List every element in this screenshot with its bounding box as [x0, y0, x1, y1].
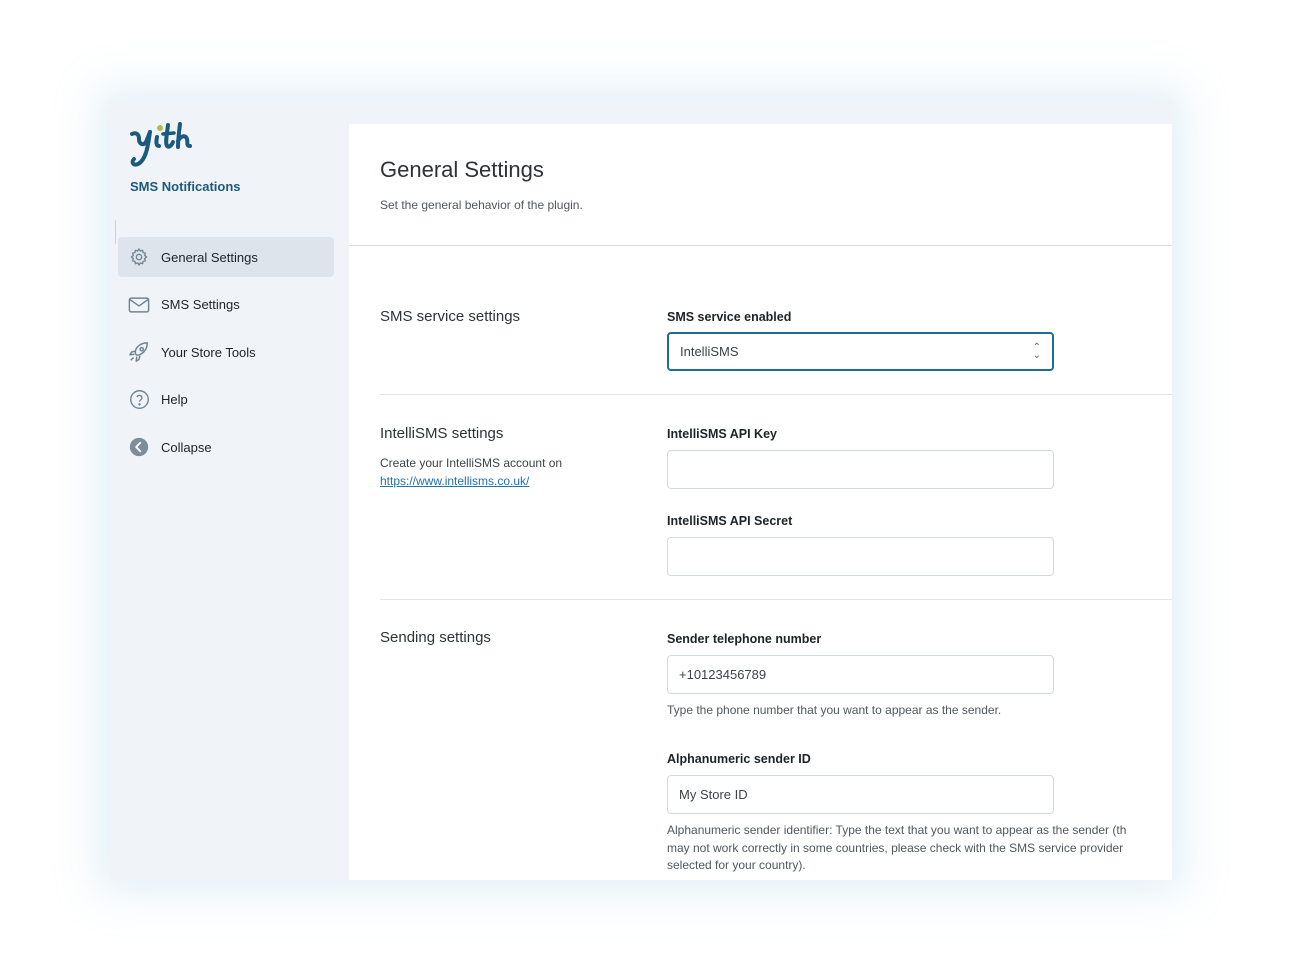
header-divider [349, 245, 1172, 246]
gear-icon [128, 246, 150, 268]
nav-divider [115, 220, 116, 244]
sending-section-title: Sending settings [380, 629, 491, 646]
alphanumeric-sender-input[interactable]: My Store ID [667, 775, 1054, 814]
plugin-panel: SMS Notifications General Settings SMS S… [110, 100, 1172, 880]
sender-phone-input[interactable]: +10123456789 [667, 655, 1054, 694]
page-title: General Settings [380, 157, 544, 182]
rocket-icon [128, 341, 150, 363]
plugin-name: SMS Notifications [130, 179, 241, 194]
alphanumeric-help-line: may not work correctly in some countries… [667, 840, 1124, 855]
page-description: Set the general behavior of the plugin. [380, 198, 583, 212]
alphanumeric-sender-help: Alphanumeric sender identifier: Type the… [667, 822, 1126, 875]
sidebar-item-help[interactable]: Help [118, 380, 334, 420]
api-secret-input[interactable] [667, 537, 1054, 576]
sms-service-select[interactable]: IntelliSMS ⌃ ⌄ [667, 332, 1054, 371]
yith-logo-icon [130, 122, 192, 167]
section-divider [380, 599, 1172, 600]
sidebar-item-label: Help [161, 392, 188, 407]
api-key-label: IntelliSMS API Key [667, 427, 777, 441]
intellisms-description-text: Create your IntelliSMS account on [380, 456, 563, 470]
sidebar-item-label: General Settings [161, 249, 258, 265]
sidebar-nav: General Settings SMS Settings Your Store… [118, 237, 334, 475]
sidebar: SMS Notifications General Settings SMS S… [110, 100, 348, 880]
sidebar-item-label: Collapse [161, 439, 212, 455]
sidebar-item-sms-settings[interactable]: SMS Settings [118, 285, 334, 325]
collapse-arrow-icon [128, 436, 150, 458]
sender-phone-label: Sender telephone number [667, 632, 822, 646]
question-circle-icon [128, 389, 150, 411]
sidebar-item-label: SMS Settings [161, 297, 240, 312]
sidebar-item-label: Your Store Tools [161, 344, 256, 360]
alphanumeric-sender-label: Alphanumeric sender ID [667, 752, 811, 766]
sms-service-section-title: SMS service settings [380, 308, 521, 325]
sidebar-item-collapse[interactable]: Collapse [118, 427, 334, 467]
api-key-input[interactable] [667, 450, 1054, 489]
intellisms-section-description: Create your IntelliSMS account on https:… [380, 454, 562, 490]
sms-service-selected-value: IntelliSMS [680, 344, 739, 359]
sidebar-item-your-store-tools[interactable]: Your Store Tools [118, 332, 334, 372]
main-content: General Settings Set the general behavio… [349, 124, 1172, 880]
yith-logo [130, 122, 202, 175]
select-arrows-icon: ⌃ ⌄ [1032, 341, 1041, 361]
api-secret-label: IntelliSMS API Secret [667, 514, 793, 528]
alphanumeric-help-line: selected for your country). [667, 858, 806, 872]
section-divider [380, 394, 1172, 395]
sidebar-item-general-settings[interactable]: General Settings [118, 237, 334, 277]
intellisms-website-link[interactable]: https://www.intellisms.co.uk/ [380, 474, 529, 488]
sender-phone-help: Type the phone number that you want to a… [667, 703, 1002, 717]
intellisms-section-title: IntelliSMS settings [380, 425, 504, 442]
sms-service-enabled-label: SMS service enabled [667, 310, 792, 324]
alphanumeric-help-line: Alphanumeric sender identifier: Type the… [667, 823, 1127, 837]
envelope-icon [128, 294, 150, 316]
